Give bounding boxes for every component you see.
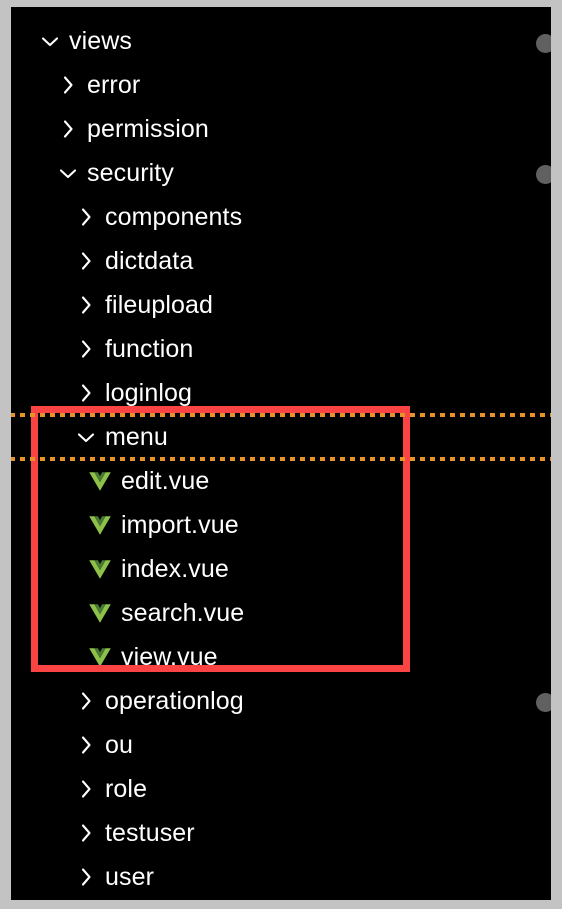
tree-folder-user[interactable]: user xyxy=(11,855,551,899)
tree-folder-security[interactable]: security xyxy=(11,151,551,195)
tree-folder-menu[interactable]: menu xyxy=(11,415,551,459)
vue-file-icon xyxy=(87,600,113,626)
tree-item-label: index.vue xyxy=(121,555,229,583)
tree-folder-views[interactable]: views xyxy=(11,19,551,63)
vue-file-icon xyxy=(87,512,113,538)
chevron-down-icon[interactable] xyxy=(55,160,81,186)
tree-item-label: function xyxy=(105,335,194,363)
chevron-right-icon[interactable] xyxy=(73,688,99,714)
tree-item-label: view.vue xyxy=(121,643,218,671)
file-explorer-panel: views error permission security components di… xyxy=(11,7,551,900)
tree-item-label: ou xyxy=(105,731,134,759)
tree-item-label: search.vue xyxy=(121,599,245,627)
chevron-right-icon[interactable] xyxy=(73,336,99,362)
vue-file-icon xyxy=(87,468,113,494)
tree-item-label: role xyxy=(105,775,148,803)
tree-item-label: dictdata xyxy=(105,247,194,275)
tree-folder-function[interactable]: function xyxy=(11,327,551,371)
tree-item-label: fileupload xyxy=(105,291,214,319)
tree-folder-loginlog[interactable]: loginlog xyxy=(11,371,551,415)
chevron-right-icon[interactable] xyxy=(73,292,99,318)
tree-folder-fileupload[interactable]: fileupload xyxy=(11,283,551,327)
chevron-right-icon[interactable] xyxy=(73,776,99,802)
vue-file-icon xyxy=(87,644,113,670)
vue-file-icon xyxy=(87,556,113,582)
tree-file-edit-vue[interactable]: edit.vue xyxy=(11,459,551,503)
chevron-down-icon[interactable] xyxy=(73,424,99,450)
tree-item-label: import.vue xyxy=(121,511,239,539)
tree-item-label: loginlog xyxy=(105,379,192,407)
chevron-right-icon[interactable] xyxy=(73,732,99,758)
tree-item-label: testuser xyxy=(105,819,195,847)
tree-folder-testuser[interactable]: testuser xyxy=(11,811,551,855)
tree-file-view-vue[interactable]: view.vue xyxy=(11,635,551,679)
chevron-right-icon[interactable] xyxy=(73,380,99,406)
tree-item-label: menu xyxy=(105,423,168,451)
chevron-right-icon[interactable] xyxy=(55,72,81,98)
tree-file-index-vue[interactable]: index.vue xyxy=(11,547,551,591)
tree-item-label: edit.vue xyxy=(121,467,210,495)
tree-file-import-vue[interactable]: import.vue xyxy=(11,503,551,547)
screenshot-root: views error permission security components di… xyxy=(0,0,562,909)
tree-file-search-vue[interactable]: search.vue xyxy=(11,591,551,635)
tree-folder-ou[interactable]: ou xyxy=(11,723,551,767)
tree-folder-permission[interactable]: permission xyxy=(11,107,551,151)
chevron-right-icon[interactable] xyxy=(55,116,81,142)
tree-folder-dictdata[interactable]: dictdata xyxy=(11,239,551,283)
tree-folder-components[interactable]: components xyxy=(11,195,551,239)
file-tree: views error permission security components di… xyxy=(11,7,551,899)
chevron-right-icon[interactable] xyxy=(73,248,99,274)
tree-item-label: permission xyxy=(87,115,209,143)
tree-folder-operationlog[interactable]: operationlog xyxy=(11,679,551,723)
tree-item-label: views xyxy=(69,27,133,55)
chevron-right-icon[interactable] xyxy=(73,864,99,890)
tree-folder-role[interactable]: role xyxy=(11,767,551,811)
chevron-down-icon[interactable] xyxy=(37,28,63,54)
tree-item-label: operationlog xyxy=(105,687,244,715)
tree-item-label: components xyxy=(105,203,243,231)
tree-item-label: user xyxy=(105,863,155,891)
chevron-right-icon[interactable] xyxy=(73,820,99,846)
tree-folder-error[interactable]: error xyxy=(11,63,551,107)
tree-item-label: security xyxy=(87,159,174,187)
tree-item-label: error xyxy=(87,71,141,99)
chevron-right-icon[interactable] xyxy=(73,204,99,230)
